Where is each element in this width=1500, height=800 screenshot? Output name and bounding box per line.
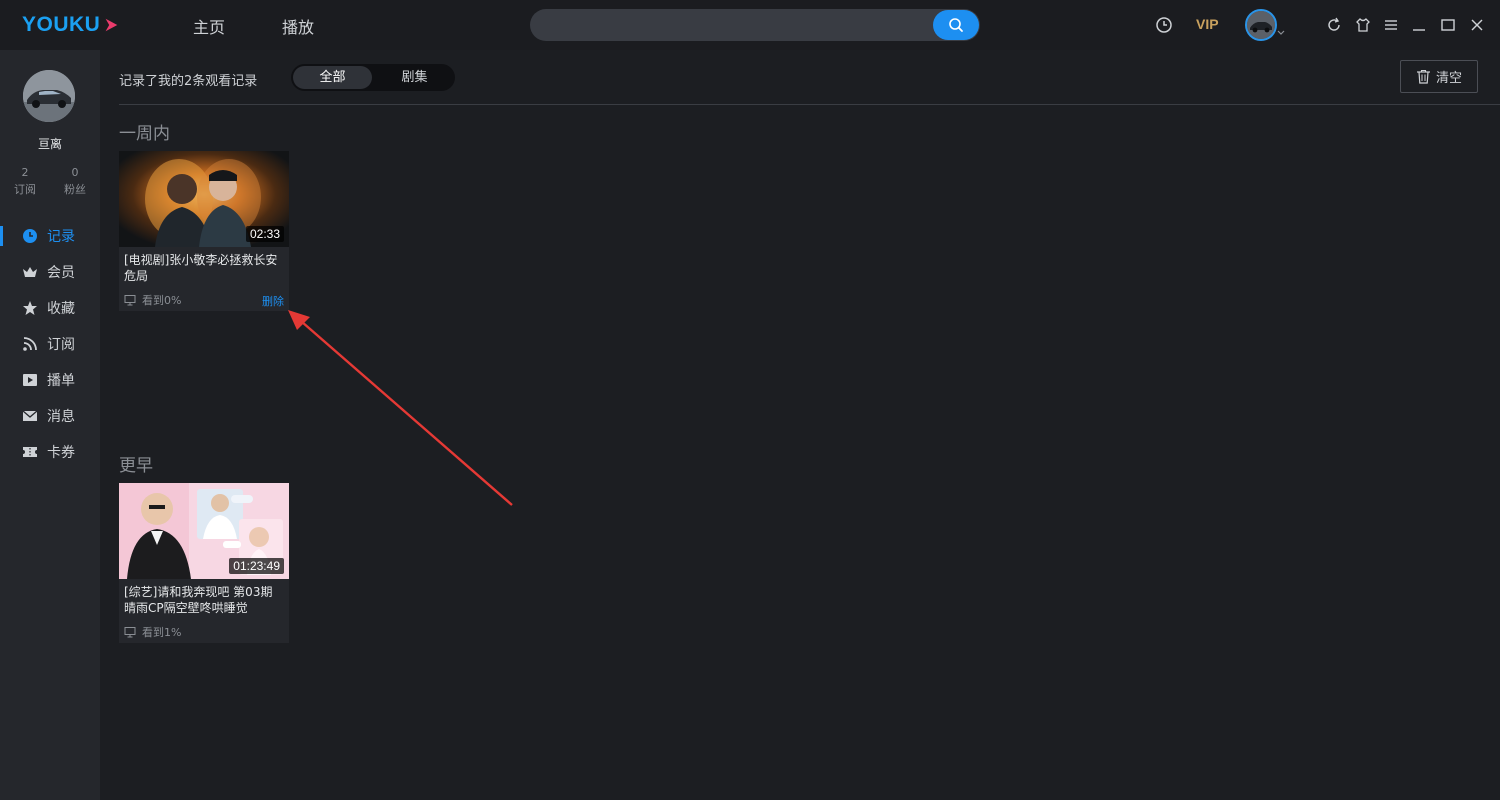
sidebar-item-label: 会员 [47, 265, 75, 281]
sidebar-item-label: 播单 [47, 373, 75, 389]
stat-count: 0 [71, 166, 79, 179]
maximize-icon[interactable] [1439, 16, 1457, 34]
menu-icon[interactable] [1382, 16, 1400, 34]
sidebar-item-label: 记录 [47, 229, 75, 245]
watch-progress-text: 看到0% [142, 294, 182, 307]
monitor-icon [124, 295, 136, 306]
video-title[interactable]: [电视剧]张小敬李必拯救长安危局 [124, 252, 284, 284]
profile-username: 亘离 [37, 137, 62, 151]
stat-subscriptions[interactable]: 2 订阅 [5, 164, 45, 198]
car-avatar-image [23, 70, 75, 122]
video-thumbnail[interactable]: 02:33 [119, 151, 289, 247]
nav-play[interactable]: 播放 [282, 14, 314, 38]
nav-home[interactable]: 主页 [193, 14, 225, 38]
crown-icon [23, 267, 37, 277]
title-bar: YOUKU 主页 播放 VIP [0, 0, 1500, 50]
sidebar-item-label: 消息 [47, 409, 75, 425]
trash-icon [1416, 69, 1430, 84]
section-title-week: 一周内 [119, 124, 170, 144]
sidebar-item-history[interactable]: 记录 [0, 218, 100, 254]
search-button[interactable] [933, 10, 979, 40]
filter-series-tab[interactable]: 剧集 [374, 64, 455, 91]
sidebar: 亘离 2 订阅 0 粉丝 记录 会员 收藏 订阅 播单 消息 卡券 [0, 50, 100, 800]
sidebar-item-label: 收藏 [47, 301, 75, 317]
ticket-icon [23, 447, 37, 457]
watch-progress-text: 看到1% [142, 626, 182, 639]
sidebar-item-subscriptions[interactable]: 订阅 [0, 326, 100, 362]
video-thumbnail[interactable]: 01:23:49 [119, 483, 289, 579]
logo-play-icon [105, 18, 118, 32]
sidebar-menu: 记录 会员 收藏 订阅 播单 消息 卡券 [0, 218, 100, 470]
playlist-icon [23, 374, 37, 386]
video-duration: 02:33 [245, 226, 284, 242]
mail-icon [22, 410, 38, 421]
section-title-earlier: 更早 [119, 456, 153, 476]
chevron-down-icon[interactable] [1277, 30, 1285, 36]
annotation-arrow [288, 310, 513, 506]
sidebar-item-label: 卡券 [47, 445, 75, 461]
profile-avatar[interactable] [23, 70, 75, 122]
search-input[interactable] [546, 9, 926, 41]
history-card[interactable]: 02:33 [电视剧]张小敬李必拯救长安危局 看到0% 删除 [119, 151, 289, 311]
history-clock-icon[interactable] [1155, 16, 1173, 34]
header-divider [119, 104, 1500, 105]
clock-icon [23, 229, 37, 243]
minimize-icon[interactable] [1410, 16, 1428, 34]
monitor-icon [124, 627, 136, 638]
vip-link[interactable]: VIP [1196, 16, 1219, 32]
stat-followers[interactable]: 0 粉丝 [55, 164, 95, 198]
search-bar [530, 9, 980, 41]
search-icon [949, 18, 963, 32]
sidebar-item-favorites[interactable]: 收藏 [0, 290, 100, 326]
clear-history-label: 清空 [1435, 71, 1462, 86]
sidebar-item-membership[interactable]: 会员 [0, 254, 100, 290]
history-filter: 全部 剧集 [291, 64, 455, 91]
watch-progress: 看到0% [124, 293, 181, 307]
clear-history-button[interactable]: 清空 [1400, 60, 1478, 93]
sidebar-item-playlists[interactable]: 播单 [0, 362, 100, 398]
history-summary: 记录了我的2条观看记录 [119, 74, 258, 89]
logo-text: YOUKU [22, 13, 101, 36]
close-icon[interactable] [1468, 16, 1486, 34]
stat-label: 粉丝 [64, 183, 86, 196]
youku-logo[interactable]: YOUKU [22, 11, 120, 39]
sidebar-item-messages[interactable]: 消息 [0, 398, 100, 434]
filter-all-tab[interactable]: 全部 [293, 66, 373, 89]
stat-label: 订阅 [14, 183, 36, 196]
history-card[interactable]: 01:23:49 [综艺]请和我奔现吧 第03期 晴雨CP隔空壁咚哄睡觉 看到1… [119, 483, 289, 643]
stat-count: 2 [21, 166, 29, 179]
sidebar-item-coupons[interactable]: 卡券 [0, 434, 100, 470]
user-avatar[interactable] [1245, 9, 1277, 41]
star-icon [23, 301, 37, 315]
sidebar-item-label: 订阅 [47, 337, 75, 353]
watch-progress: 看到1% [124, 625, 181, 639]
video-title[interactable]: [综艺]请和我奔现吧 第03期 晴雨CP隔空壁咚哄睡觉 [124, 584, 284, 616]
car-avatar-image [1247, 11, 1275, 39]
rss-icon [23, 337, 37, 351]
skin-icon[interactable] [1354, 16, 1372, 34]
refresh-icon[interactable] [1325, 16, 1343, 34]
video-duration: 01:23:49 [229, 558, 284, 574]
